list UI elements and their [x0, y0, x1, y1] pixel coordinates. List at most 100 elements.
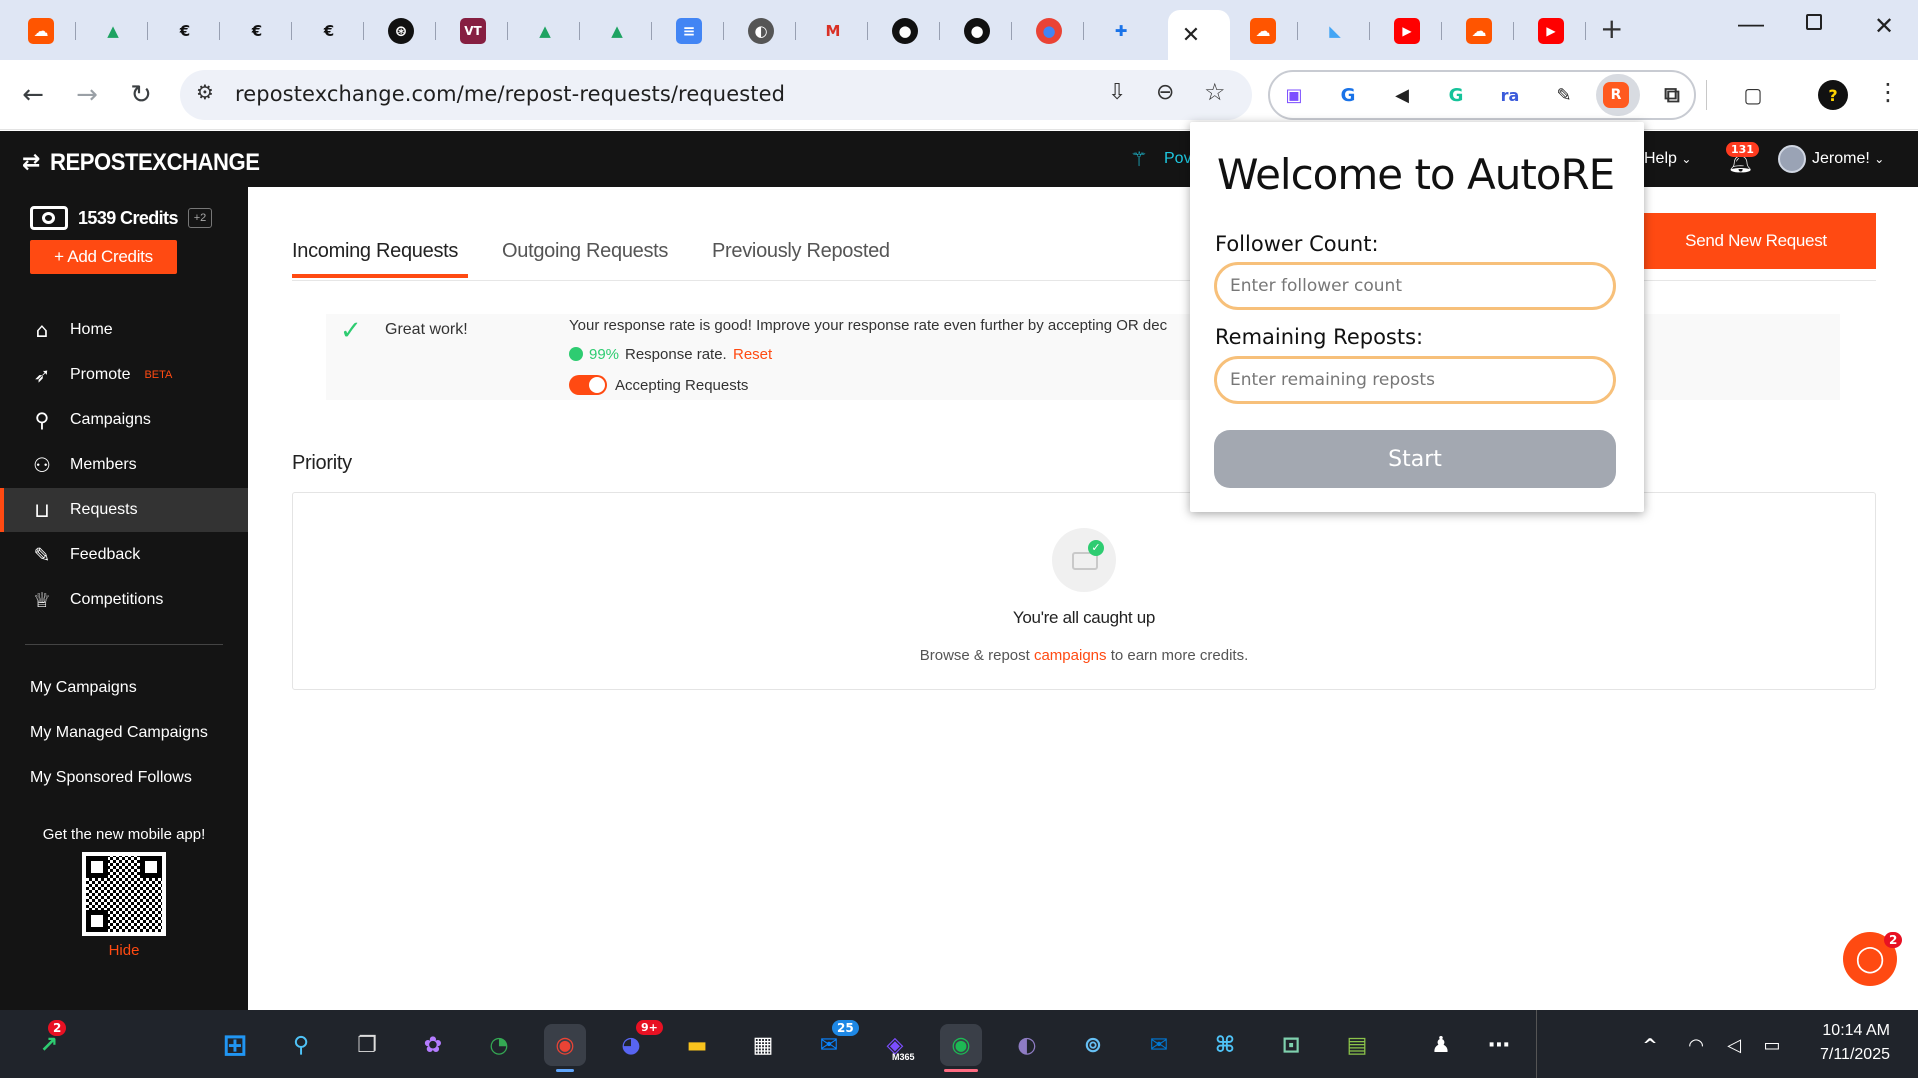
- extensions-puzzle-icon[interactable]: ⧉: [1657, 80, 1687, 110]
- close-icon[interactable]: ✕: [1178, 22, 1204, 48]
- tab-soundcloud-2[interactable]: ☁: [1240, 12, 1302, 50]
- tab-drive-3[interactable]: ▲: [594, 12, 656, 50]
- zoom-icon[interactable]: ⊖: [1156, 80, 1174, 105]
- sidebar-item-competitions[interactable]: ♕ Competitions: [0, 578, 248, 622]
- sidebar-item-promote[interactable]: ➶ Promote BETA: [0, 353, 248, 397]
- tab-vt[interactable]: VT: [450, 12, 512, 50]
- search-icon[interactable]: ⚲: [280, 1024, 322, 1066]
- user-menu[interactable]: Jerome! ⌄: [1812, 150, 1884, 168]
- profile-avatar[interactable]: ?: [1818, 80, 1848, 110]
- tab-chrome[interactable]: ●: [1026, 12, 1088, 50]
- microsoft-store-icon[interactable]: ▦: [742, 1024, 784, 1066]
- my-managed-campaigns-link[interactable]: My Managed Campaigns: [30, 724, 208, 742]
- battery-icon[interactable]: ▭: [1752, 1024, 1792, 1066]
- reload-button[interactable]: ↻: [124, 78, 158, 112]
- tab-active[interactable]: ✕: [1168, 10, 1230, 60]
- tab-soundcloud-3[interactable]: ☁: [1456, 12, 1518, 50]
- url-text[interactable]: repostexchange.com/me/repost-requests/re…: [235, 82, 785, 106]
- tab-soundcloud[interactable]: ☁: [18, 12, 80, 50]
- network-app-icon[interactable]: ⌘: [1204, 1024, 1246, 1066]
- sidebar-item-campaigns[interactable]: ⚲ Campaigns: [0, 398, 248, 442]
- window-close-button[interactable]: ✕: [1874, 12, 1894, 40]
- sidebar-item-requests[interactable]: ⊔ Requests: [0, 488, 248, 532]
- soundcloud-icon: ☁: [1466, 18, 1492, 44]
- extension-megaphone-icon[interactable]: ◀: [1387, 80, 1417, 110]
- edge-icon[interactable]: ◔: [478, 1024, 520, 1066]
- task-view-icon[interactable]: ❐: [346, 1024, 388, 1066]
- my-sponsored-follows-link[interactable]: My Sponsored Follows: [30, 769, 192, 787]
- tab-drive[interactable]: ▲: [90, 12, 152, 50]
- tab-app-3[interactable]: €: [306, 12, 368, 50]
- tab-flutter[interactable]: ◣: [1312, 12, 1374, 50]
- hide-link[interactable]: Hide: [0, 942, 248, 959]
- menu-kebab-icon[interactable]: ⋮: [1876, 78, 1900, 106]
- accepting-toggle[interactable]: [569, 375, 607, 395]
- eclipse-icon[interactable]: ◐: [1006, 1024, 1048, 1066]
- windows-start-icon[interactable]: ⊞: [214, 1024, 256, 1066]
- bookmark-star-icon[interactable]: ☆: [1204, 78, 1226, 106]
- start-button[interactable]: Start: [1214, 430, 1616, 488]
- clock-date[interactable]: 7/11/2025: [1790, 1046, 1890, 1064]
- copilot-icon[interactable]: ✿: [412, 1024, 454, 1066]
- forward-button[interactable]: →: [70, 78, 104, 112]
- tab-docs[interactable]: ≡: [666, 12, 728, 50]
- volume-icon[interactable]: ◁: [1714, 1024, 1754, 1066]
- sidebar-item-members[interactable]: ⚇ Members: [0, 443, 248, 487]
- chart-app-icon[interactable]: ▤: [1336, 1024, 1378, 1066]
- install-app-icon[interactable]: ⇩: [1108, 80, 1126, 105]
- tab-github-1[interactable]: ●: [882, 12, 944, 50]
- follower-count-input[interactable]: Enter follower count: [1214, 262, 1616, 310]
- extension-grammarly-icon[interactable]: G: [1441, 80, 1471, 110]
- clock-time[interactable]: 10:14 AM: [1790, 1022, 1890, 1040]
- search-tabs-icon[interactable]: ▢: [1738, 80, 1768, 110]
- trophy-icon: ♕: [33, 588, 51, 612]
- empty-state-title: You're all caught up: [1012, 608, 1156, 627]
- tab-app-2[interactable]: €: [234, 12, 296, 50]
- extension-ra-icon[interactable]: ra: [1495, 80, 1525, 110]
- extension-eyedropper-icon[interactable]: ✎: [1549, 80, 1579, 110]
- browser-tab-strip: ☁ ▲ € € € ⊛ VT ▲ ▲ ≡ ◐ M ● ● ● ✚ ✕ ☁ ◣ ▶…: [0, 0, 1918, 60]
- extension-translate-icon[interactable]: G: [1333, 80, 1363, 110]
- lock-app-icon[interactable]: ⊡: [1270, 1024, 1312, 1066]
- linux-penguin-icon[interactable]: ♟: [1420, 1024, 1462, 1066]
- tab-gmail[interactable]: M: [810, 12, 872, 50]
- back-button[interactable]: ←: [16, 78, 50, 112]
- send-new-request-button[interactable]: Send New Request: [1636, 213, 1876, 269]
- add-credits-button[interactable]: + Add Credits: [30, 240, 177, 274]
- campaigns-link[interactable]: campaigns: [1034, 647, 1107, 664]
- more-apps-icon[interactable]: ⋯: [1478, 1024, 1520, 1066]
- restore-button[interactable]: [1806, 14, 1822, 30]
- header-link-partial[interactable]: Pov: [1164, 150, 1192, 168]
- new-tab-button[interactable]: +: [1600, 12, 1623, 45]
- tab-app-1[interactable]: €: [162, 12, 224, 50]
- tab-youtube-2[interactable]: ▶: [1528, 12, 1590, 50]
- chrome-taskbar-icon[interactable]: ◉: [544, 1024, 586, 1066]
- chevron-up-icon[interactable]: ^: [1630, 1024, 1670, 1066]
- tab-extensions[interactable]: ✚: [1098, 12, 1160, 50]
- tab-outgoing-requests[interactable]: Outgoing Requests: [502, 240, 668, 263]
- spotify-icon[interactable]: ◉: [940, 1024, 982, 1066]
- tab-globe[interactable]: ◐: [738, 12, 800, 50]
- help-menu[interactable]: Help ⌄: [1644, 150, 1691, 168]
- tab-youtube-1[interactable]: ▶: [1384, 12, 1446, 50]
- extension-autore-icon[interactable]: R: [1603, 82, 1629, 108]
- tab-incoming-requests[interactable]: Incoming Requests: [292, 240, 458, 263]
- outlook-icon[interactable]: ✉: [1138, 1024, 1180, 1066]
- tab-github-2[interactable]: ●: [954, 12, 1016, 50]
- file-explorer-icon[interactable]: ▬: [676, 1024, 718, 1066]
- user-avatar[interactable]: [1778, 145, 1806, 173]
- steam-icon[interactable]: ⊚: [1072, 1024, 1114, 1066]
- sidebar-item-home[interactable]: ⌂ Home: [0, 308, 248, 352]
- my-campaigns-link[interactable]: My Campaigns: [30, 679, 137, 697]
- wifi-icon[interactable]: ◠: [1676, 1024, 1716, 1066]
- minimize-button[interactable]: —: [1738, 8, 1764, 39]
- sidebar-item-feedback[interactable]: ✎ Feedback: [0, 533, 248, 577]
- reset-link[interactable]: Reset: [733, 346, 772, 363]
- extension-video-icon[interactable]: ▣: [1279, 80, 1309, 110]
- site-info-icon[interactable]: ⚙: [196, 80, 214, 104]
- remaining-reposts-input[interactable]: Enter remaining reposts: [1214, 356, 1616, 404]
- tab-drive-2[interactable]: ▲: [522, 12, 584, 50]
- tab-previously-reposted[interactable]: Previously Reposted: [712, 240, 890, 263]
- site-logo[interactable]: REPOSTEXCHANGE: [50, 149, 260, 177]
- tab-chatgpt[interactable]: ⊛: [378, 12, 440, 50]
